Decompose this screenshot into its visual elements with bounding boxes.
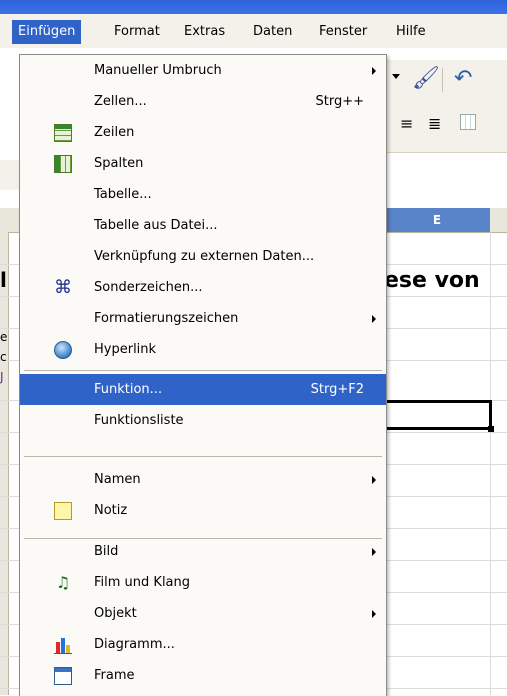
menu-item-zeilen[interactable]: Zeilen — [20, 117, 386, 148]
menu-item-zellen[interactable]: Zellen... Strg++ — [20, 86, 386, 117]
columns-icon — [54, 155, 72, 173]
toolbar-formatting: ≡ ≣ — [380, 100, 507, 153]
cell-heading-text[interactable]: ese von — [384, 268, 480, 293]
submenu-arrow-icon — [372, 548, 376, 556]
menu-extras[interactable]: Extras — [178, 20, 231, 44]
rows-icon — [54, 124, 72, 142]
menu-item-label: Namen — [94, 472, 141, 487]
toolbar-standard: 🖌 ↶ — [380, 60, 507, 100]
align-right-icon[interactable]: ≣ — [428, 114, 441, 133]
frame-icon — [54, 667, 72, 685]
menu-item-sonderzeichen[interactable]: ⌘ Sonderzeichen... — [20, 272, 386, 303]
menu-item-objekt[interactable]: Objekt — [20, 598, 386, 629]
menu-item-hyperlink[interactable]: Hyperlink — [20, 334, 386, 365]
dropdown-arrow-icon[interactable] — [392, 74, 400, 79]
special-character-icon: ⌘ — [54, 277, 72, 298]
menu-item-label: Objekt — [94, 606, 137, 621]
menu-item-film-und-klang[interactable]: ♫ Film und Klang — [20, 567, 386, 598]
menu-item-funktion[interactable]: Funktion... Strg+F2 — [20, 374, 386, 405]
menu-item-label: Zeilen — [94, 125, 135, 140]
justify-icon[interactable] — [460, 114, 476, 130]
menu-item-label: Bild — [94, 544, 119, 559]
shortcut-text: Strg++ — [315, 94, 364, 109]
menu-bar: Einfügen Format Extras Daten Fenster Hil… — [0, 14, 507, 49]
menu-item-label: Zellen... — [94, 94, 147, 109]
undo-icon[interactable]: ↶ — [454, 66, 472, 91]
hyperlink-icon — [54, 341, 72, 359]
menu-separator — [24, 456, 382, 457]
menu-item-label: Tabelle aus Datei... — [94, 218, 218, 233]
menu-item-diagramm[interactable]: Diagramm... — [20, 629, 386, 660]
menu-item-label: Hyperlink — [94, 342, 157, 357]
menu-daten[interactable]: Daten — [247, 20, 298, 44]
menu-item-tabelle-aus-datei[interactable]: Tabelle aus Datei... — [20, 210, 386, 241]
menu-item-label: Funktion... — [94, 382, 163, 397]
menu-item-label: Formatierungszeichen — [94, 311, 239, 326]
cell-fragment: J — [0, 370, 4, 384]
cell-fragment: c — [0, 350, 7, 364]
menu-format[interactable]: Format — [108, 20, 166, 44]
menu-item-label: Spalten — [94, 156, 144, 171]
menu-item-label: Manueller Umbruch — [94, 63, 222, 78]
note-icon — [54, 502, 72, 520]
einfuegen-dropdown-menu: Manueller Umbruch Zellen... Strg++ Zeile… — [19, 54, 387, 696]
clone-formatting-icon[interactable]: 🖌 — [412, 66, 440, 91]
menu-item-label: Tabelle... — [94, 187, 152, 202]
film-sound-icon: ♫ — [55, 573, 71, 592]
menu-item-formatierungszeichen[interactable]: Formatierungszeichen — [20, 303, 386, 334]
menu-item-label: Diagramm... — [94, 637, 175, 652]
chart-icon — [54, 636, 72, 654]
menu-item-label: Frame — [94, 668, 135, 683]
menu-item-manueller-umbruch[interactable]: Manueller Umbruch — [20, 55, 386, 86]
menu-separator — [24, 370, 382, 371]
cell-fragment: e — [0, 330, 8, 344]
menu-item-frame[interactable]: Frame — [20, 660, 386, 691]
submenu-arrow-icon — [372, 67, 376, 75]
menu-item-namen[interactable]: Namen — [20, 464, 386, 495]
window-title-bar — [0, 0, 507, 14]
menu-item-bild[interactable]: Bild — [20, 536, 386, 567]
submenu-arrow-icon — [372, 476, 376, 484]
menu-item-tabelle[interactable]: Tabelle... — [20, 179, 386, 210]
menu-item-label: Funktionsliste — [94, 413, 184, 428]
menu-fenster[interactable]: Fenster — [313, 20, 373, 44]
gridline — [490, 232, 491, 695]
selected-cell[interactable] — [384, 400, 492, 430]
column-header-e[interactable]: E — [384, 208, 490, 232]
shortcut-text: Strg+F2 — [310, 382, 364, 397]
menu-item-label: Sonderzeichen... — [94, 280, 203, 295]
menu-hilfe[interactable]: Hilfe — [390, 20, 432, 44]
menu-item-label: Notiz — [94, 503, 128, 518]
submenu-arrow-icon — [372, 315, 376, 323]
align-center-icon[interactable]: ≡ — [400, 114, 413, 133]
menu-item-label: Film und Klang — [94, 575, 191, 590]
menu-item-notiz[interactable]: Notiz — [20, 495, 386, 526]
menu-item-funktionsliste[interactable]: Funktionsliste — [20, 405, 386, 436]
menu-einfuegen[interactable]: Einfügen — [12, 20, 82, 44]
menu-item-verknuepfung-externe-daten[interactable]: Verknüpfung zu externen Daten... — [20, 241, 386, 272]
cell-fragment: l — [0, 268, 7, 292]
toolbar-separator — [442, 68, 443, 92]
menu-item-label: Verknüpfung zu externen Daten... — [94, 249, 315, 264]
fill-handle[interactable] — [488, 426, 494, 432]
submenu-arrow-icon — [372, 610, 376, 618]
menu-item-spalten[interactable]: Spalten — [20, 148, 386, 179]
